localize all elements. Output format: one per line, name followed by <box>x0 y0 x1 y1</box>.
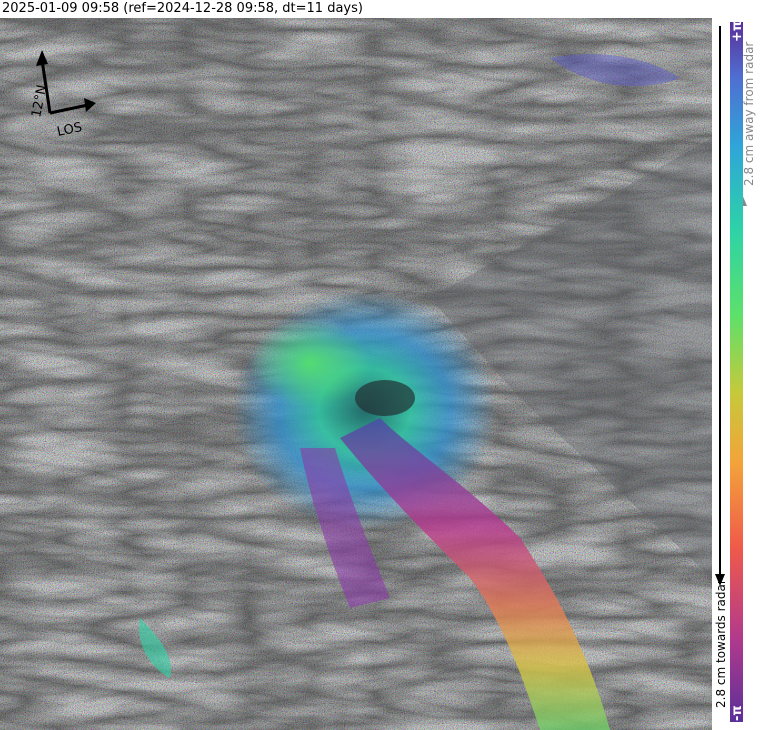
colorbar-top-label: +π <box>730 20 745 42</box>
interferogram-image: 12°N LOS <box>0 18 712 730</box>
towards-radar-label: 2.8 cm towards radar <box>714 579 728 708</box>
summit-crater <box>355 380 415 416</box>
interferogram-svg: 12°N LOS <box>0 18 712 730</box>
figure-title: 2025-01-09 09:58 (ref=2024-12-28 09:58, … <box>2 1 363 16</box>
colorbar: +π -π 2.8 cm away from radar 2.8 cm towa… <box>712 18 763 730</box>
green-fringe <box>250 318 370 408</box>
colorbar-bottom-label: -π <box>730 705 745 721</box>
away-from-radar-label: 2.8 cm away from radar <box>742 41 756 186</box>
interferogram-figure: 2025-01-09 09:58 (ref=2024-12-28 09:58, … <box>0 0 763 730</box>
